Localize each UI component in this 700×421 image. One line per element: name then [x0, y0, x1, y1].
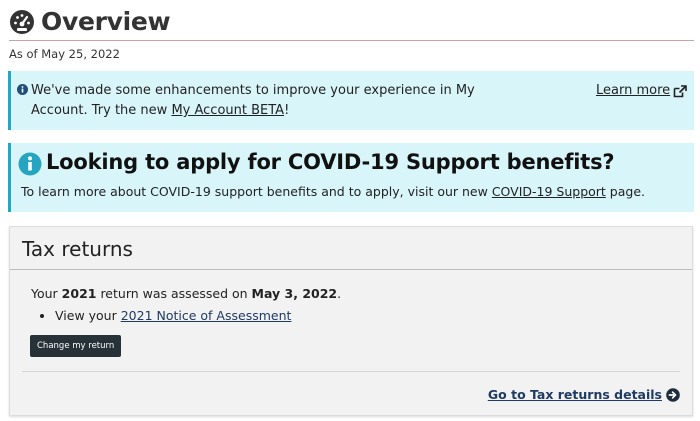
- beta-notice: We've made some enhancements to improve …: [8, 71, 694, 130]
- tax-returns-card: Tax returns Your 2021 return was assesse…: [9, 226, 693, 416]
- covid-notice-message: To learn more about COVID-19 support ben…: [21, 184, 645, 199]
- bullet-prefix: View your: [55, 308, 121, 323]
- status-prefix: Your: [31, 286, 62, 301]
- external-link-icon: [673, 84, 687, 97]
- tax-returns-details-link[interactable]: Go to Tax returns details: [488, 387, 680, 402]
- status-suffix: .: [337, 286, 342, 301]
- change-my-return-button[interactable]: Change my return: [30, 335, 122, 357]
- covid-notice: Looking to apply for COVID-19 Support be…: [8, 143, 694, 212]
- notice-of-assessment-link[interactable]: 2021 Notice of Assessment: [121, 308, 292, 323]
- card-header-divider: [10, 269, 692, 270]
- covid-notice-text-end: page.: [605, 184, 645, 199]
- arrow-circle-right-icon: [666, 387, 680, 402]
- assessed-date: May 3, 2022: [251, 286, 338, 301]
- tax-returns-heading: Tax returns: [22, 237, 133, 261]
- dashboard-gauge-icon: [10, 9, 34, 34]
- learn-more[interactable]: Learn more: [596, 81, 688, 101]
- page-title: Overview: [41, 7, 171, 36]
- beta-notice-text-end: !: [284, 103, 290, 118]
- page-header: Overview: [9, 7, 171, 36]
- covid-notice-text: To learn more about COVID-19 support ben…: [21, 184, 492, 199]
- notice-list: View your 2021 Notice of Assessment: [31, 307, 291, 325]
- as-of-date: As of May 25, 2022: [9, 47, 120, 61]
- covid-notice-heading: Looking to apply for COVID-19 Support be…: [46, 150, 615, 174]
- covid-support-link[interactable]: COVID-19 Support: [492, 184, 606, 199]
- my-account-beta-link[interactable]: My Account BETA: [171, 103, 284, 118]
- list-item: View your 2021 Notice of Assessment: [55, 307, 291, 325]
- assessment-status: Your 2021 return was assessed on May 3, …: [31, 286, 341, 301]
- card-footer-divider: [22, 371, 680, 372]
- return-year: 2021: [61, 286, 97, 301]
- title-divider: [9, 40, 694, 41]
- beta-notice-message: We've made some enhancements to improve …: [31, 81, 531, 121]
- info-circle-icon: [18, 152, 42, 176]
- status-middle: return was assessed on: [96, 286, 252, 301]
- learn-more-link[interactable]: Learn more: [596, 81, 670, 101]
- info-circle-icon: [17, 84, 28, 95]
- tax-returns-details-label: Go to Tax returns details: [487, 387, 662, 402]
